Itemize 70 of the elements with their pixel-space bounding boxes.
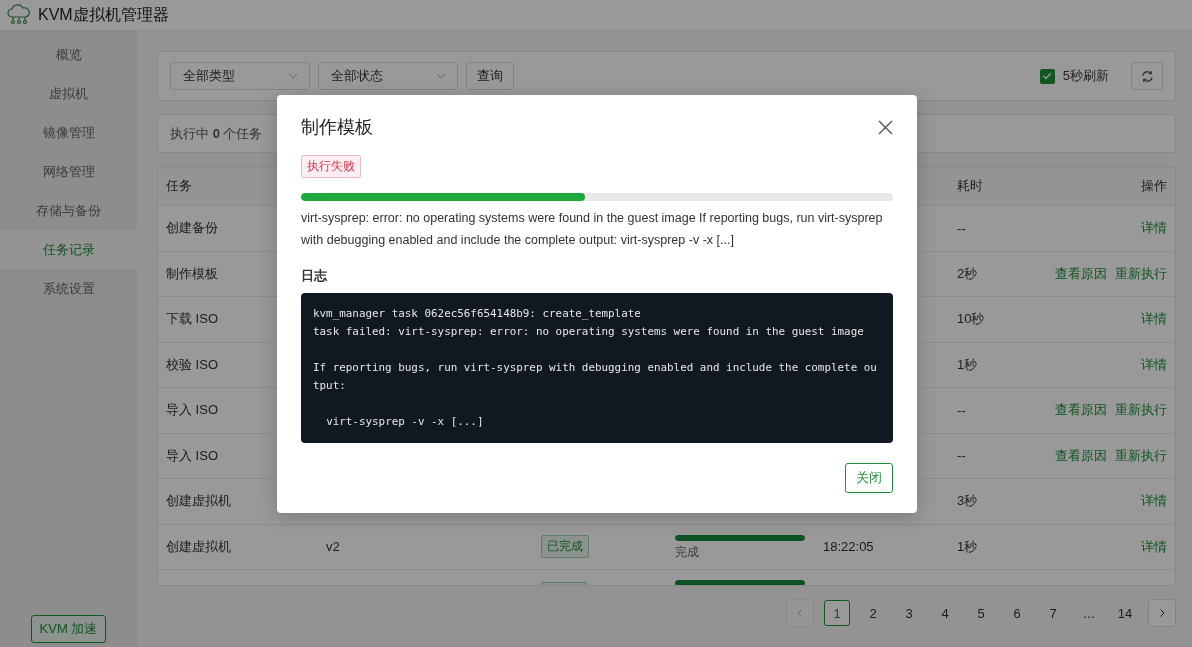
kvm-accelerate-button[interactable]: KVM 加速: [30, 615, 107, 643]
page-button[interactable]: 1: [824, 600, 850, 626]
task-name: 制作模板: [166, 264, 218, 283]
task-duration: 10秒: [957, 310, 985, 329]
page-button[interactable]: 14: [1112, 600, 1138, 626]
page-button[interactable]: 7: [1040, 600, 1066, 626]
task-name: 创建虚拟机: [166, 537, 231, 556]
status-tag: 执行失败: [301, 155, 361, 178]
auto-refresh-label: 5秒刷新: [1062, 67, 1109, 85]
sidebar-item[interactable]: 概览: [0, 35, 137, 74]
sidebar-item[interactable]: 虚拟机: [0, 74, 137, 113]
action-link[interactable]: 详情: [1141, 219, 1167, 238]
page-button[interactable]: …: [1076, 600, 1102, 626]
page-button[interactable]: 4: [932, 600, 958, 626]
action-link[interactable]: 查看原因: [1055, 401, 1107, 420]
status-select[interactable]: 全部状态: [318, 62, 458, 90]
auto-refresh-checkbox[interactable]: [1039, 68, 1055, 84]
action-link[interactable]: 详情: [1141, 310, 1167, 329]
task-name: 下载 ISO: [166, 310, 218, 329]
action-link[interactable]: 详情: [1141, 492, 1167, 511]
page-button[interactable]: 5: [968, 600, 994, 626]
log-output: kvm_manager task 062ec56f654148b9: create_template task failed: virt-sysprep: error: no operating systems were found in the guest image If reporting bugs, run virt-sysprep with debugging enabled and include the complete output: virt-sysprep -v -x [...]: [301, 293, 893, 443]
column-header: 耗时: [957, 177, 983, 195]
task-name: 创建虚拟机: [166, 492, 231, 511]
task-duration: --: [957, 220, 966, 236]
cloud-logo-icon: [6, 4, 32, 26]
task-duration: 1秒: [957, 537, 978, 556]
status-tag: 已完成: [541, 535, 589, 559]
action-link[interactable]: 重新执行: [1115, 401, 1167, 420]
action-link[interactable]: 重新执行: [1115, 264, 1167, 283]
action-link[interactable]: 重新执行: [1115, 446, 1167, 465]
check-icon: [1042, 71, 1053, 81]
refresh-button[interactable]: [1131, 62, 1163, 90]
task-time: 18:22:05: [823, 539, 874, 555]
sidebar-item[interactable]: 镜像管理: [0, 113, 137, 152]
app-title: KVM虚拟机管理器: [38, 4, 169, 25]
task-name: 导入 ISO: [166, 446, 218, 465]
task-duration: --: [957, 448, 966, 464]
page-button[interactable]: 2: [860, 600, 886, 626]
sidebar-item[interactable]: 网络管理: [0, 152, 137, 191]
close-button[interactable]: 关闭: [845, 463, 893, 493]
page-button[interactable]: 6: [1004, 600, 1030, 626]
type-select[interactable]: 全部类型: [170, 62, 310, 90]
task-name: 导入 ISO: [166, 401, 218, 420]
error-message: virt-sysprep: error: no operating systems were found in the guest image If reporting bugs, run virt-sysprep with debugging enabled and include the complete output: virt-sysprep -v -x [...]: [301, 210, 884, 249]
action-link[interactable]: 详情: [1141, 537, 1167, 556]
task-target: v2: [326, 539, 340, 555]
task-name: 创建备份: [166, 219, 218, 238]
dialog-title: 制作模板: [301, 116, 373, 139]
task-duration: --: [957, 402, 966, 418]
close-icon[interactable]: [878, 119, 893, 135]
sidebar-item[interactable]: 存储与备份: [0, 191, 137, 230]
refresh-icon: [1140, 69, 1154, 83]
action-link[interactable]: 查看原因: [1055, 264, 1107, 283]
chevron-right-icon: [1157, 608, 1167, 618]
task-duration: 3秒: [957, 492, 978, 511]
query-button[interactable]: 查询: [466, 62, 514, 90]
action-link[interactable]: 详情: [1141, 355, 1167, 374]
action-link[interactable]: 查看原因: [1055, 446, 1107, 465]
column-header: 操作: [1141, 177, 1167, 195]
page-button[interactable]: 3: [896, 600, 922, 626]
column-header: 任务: [166, 177, 192, 195]
log-label: 日志: [301, 267, 328, 285]
sidebar-item[interactable]: 任务记录: [0, 230, 137, 269]
task-name: 校验 ISO: [166, 355, 218, 374]
task-duration: 2秒: [957, 264, 978, 283]
sidebar-item[interactable]: 系统设置: [0, 269, 137, 308]
progress-label: 完成: [675, 543, 700, 561]
running-tasks-text: 执行中 0 个任务: [170, 124, 263, 143]
task-duration: 1秒: [957, 355, 978, 374]
